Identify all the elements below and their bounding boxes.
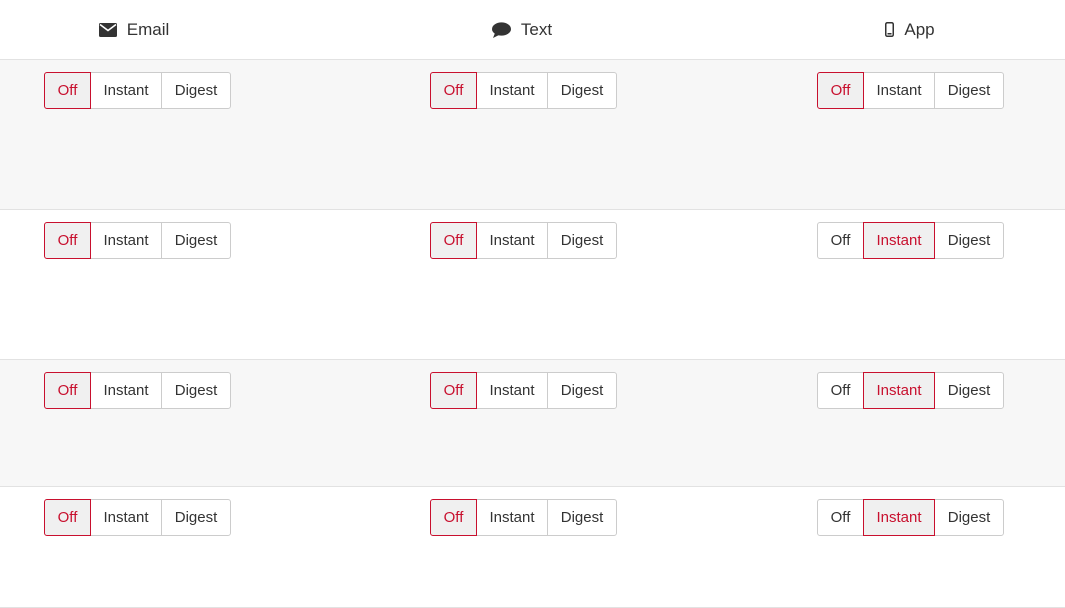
off-option-button[interactable]: Off	[430, 222, 477, 259]
app-frequency-toggle-group: Off Instant Digest	[817, 499, 1004, 536]
digest-option-button[interactable]: Digest	[934, 72, 1004, 109]
settings-row: Off Instant Digest Off Instant Digest Off Insta…	[0, 60, 1065, 210]
off-option-button[interactable]: Off	[430, 372, 477, 409]
digest-option-button[interactable]: Digest	[547, 499, 617, 536]
speech-bubble-icon	[491, 21, 511, 38]
instant-option-button[interactable]: Instant	[90, 372, 162, 409]
digest-option-button[interactable]: Digest	[547, 372, 617, 409]
instant-option-button[interactable]: Instant	[863, 72, 935, 109]
app-frequency-toggle-group: Off Instant Digest	[817, 72, 1004, 109]
off-option-button[interactable]: Off	[44, 222, 91, 259]
instant-option-button[interactable]: Instant	[90, 72, 162, 109]
column-header-label: Text	[520, 19, 553, 39]
instant-option-button[interactable]: Instant	[476, 372, 548, 409]
digest-option-button[interactable]: Digest	[934, 222, 1004, 259]
email-frequency-toggle-group: Off Instant Digest	[44, 72, 231, 109]
instant-option-button[interactable]: Instant	[863, 372, 935, 409]
digest-option-button[interactable]: Digest	[161, 222, 231, 259]
app-frequency-toggle-group: Off Instant Digest	[817, 372, 1004, 409]
digest-option-button[interactable]: Digest	[161, 72, 231, 109]
digest-option-button[interactable]: Digest	[161, 499, 231, 536]
off-option-button[interactable]: Off	[44, 72, 91, 109]
digest-option-button[interactable]: Digest	[161, 372, 231, 409]
off-option-button[interactable]: Off	[817, 222, 864, 259]
instant-option-button[interactable]: Instant	[476, 222, 548, 259]
channel-header: Email Text App	[0, 0, 1065, 60]
column-header-email: Email	[14, 0, 254, 59]
mobile-phone-icon	[885, 22, 895, 37]
off-option-button[interactable]: Off	[430, 499, 477, 536]
digest-option-button[interactable]: Digest	[547, 72, 617, 109]
notification-settings-rows: Off Instant Digest Off Instant Digest Off Insta…	[0, 60, 1065, 608]
text-frequency-toggle-group: Off Instant Digest	[430, 372, 617, 409]
envelope-icon	[98, 22, 117, 37]
digest-option-button[interactable]: Digest	[547, 222, 617, 259]
settings-row: Off Instant Digest Off Instant Digest Off Insta…	[0, 210, 1065, 360]
digest-option-button[interactable]: Digest	[934, 499, 1004, 536]
column-header-text: Text	[402, 0, 642, 59]
instant-option-button[interactable]: Instant	[863, 222, 935, 259]
text-frequency-toggle-group: Off Instant Digest	[430, 499, 617, 536]
text-frequency-toggle-group: Off Instant Digest	[430, 222, 617, 259]
column-header-app: App	[790, 0, 1030, 59]
off-option-button[interactable]: Off	[817, 372, 864, 409]
instant-option-button[interactable]: Instant	[90, 222, 162, 259]
app-frequency-toggle-group: Off Instant Digest	[817, 222, 1004, 259]
settings-row: Off Instant Digest Off Instant Digest Off Insta…	[0, 360, 1065, 487]
instant-option-button[interactable]: Instant	[863, 499, 935, 536]
email-frequency-toggle-group: Off Instant Digest	[44, 222, 231, 259]
off-option-button[interactable]: Off	[430, 72, 477, 109]
off-option-button[interactable]: Off	[817, 499, 864, 536]
off-option-button[interactable]: Off	[817, 72, 864, 109]
column-header-label: Email	[126, 19, 170, 39]
column-header-label: App	[904, 19, 935, 39]
off-option-button[interactable]: Off	[44, 499, 91, 536]
instant-option-button[interactable]: Instant	[90, 499, 162, 536]
email-frequency-toggle-group: Off Instant Digest	[44, 372, 231, 409]
email-frequency-toggle-group: Off Instant Digest	[44, 499, 231, 536]
digest-option-button[interactable]: Digest	[934, 372, 1004, 409]
text-frequency-toggle-group: Off Instant Digest	[430, 72, 617, 109]
instant-option-button[interactable]: Instant	[476, 72, 548, 109]
instant-option-button[interactable]: Instant	[476, 499, 548, 536]
settings-row: Off Instant Digest Off Instant Digest Off Insta…	[0, 487, 1065, 608]
off-option-button[interactable]: Off	[44, 372, 91, 409]
